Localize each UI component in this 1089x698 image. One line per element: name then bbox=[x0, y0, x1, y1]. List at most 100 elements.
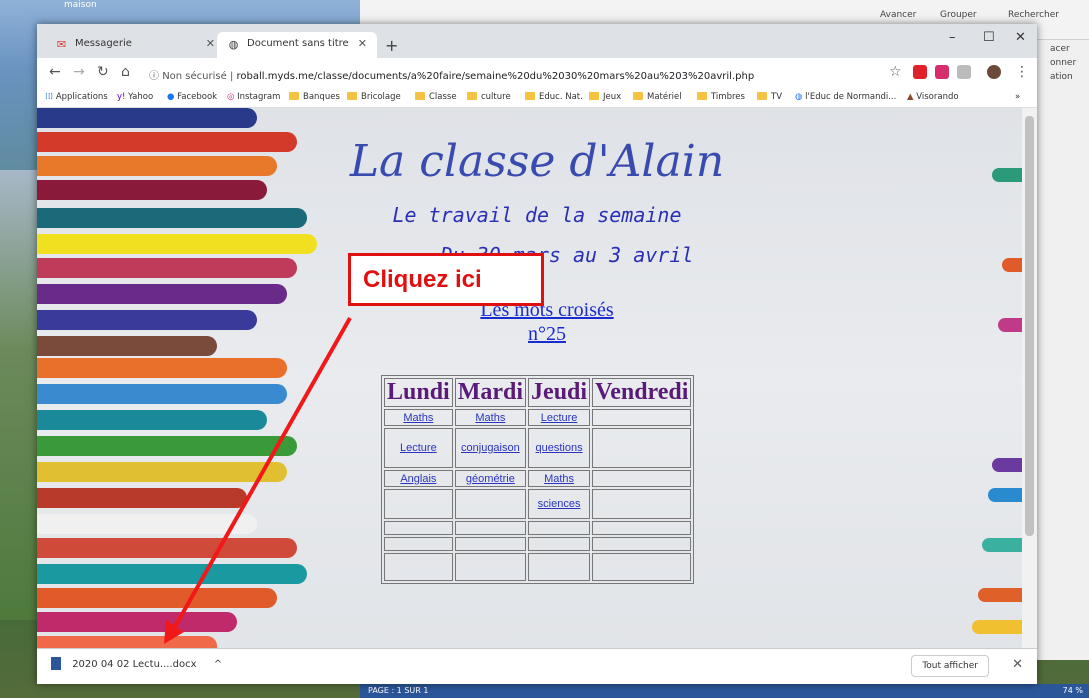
page-content: La classe d'Alain Le travail de la semai… bbox=[37, 108, 1022, 648]
star-icon[interactable]: ☆ bbox=[889, 64, 902, 80]
bookmark-visorando[interactable]: ▲ Visorando bbox=[907, 92, 959, 102]
bookmark-applications[interactable]: ⁞⁞⁞ Applications bbox=[45, 92, 108, 102]
bookmark-timbres[interactable]: Timbres bbox=[697, 92, 745, 102]
side-item: acer bbox=[1050, 44, 1070, 54]
extension-icon[interactable] bbox=[935, 65, 949, 79]
schedule-link[interactable]: conjugaison bbox=[454, 428, 527, 468]
header-mardi: Mardi bbox=[454, 378, 527, 407]
address-bar[interactable]: ⓘ Non sécurisé | roball.myds.me/classe/d… bbox=[149, 63, 929, 85]
cliquez-ici-callout: Cliquez ici bbox=[348, 253, 544, 306]
schedule-link[interactable]: Anglais bbox=[384, 470, 453, 487]
bookmark-educ-normandie[interactable]: ◍ l'Educ de Normandi... bbox=[795, 92, 896, 102]
page-scrollbar[interactable] bbox=[1022, 108, 1037, 648]
opera-extension-icon[interactable] bbox=[913, 65, 927, 79]
grouper-button[interactable]: Grouper bbox=[940, 10, 977, 20]
page-subtitle: Le travail de la semaine bbox=[392, 203, 682, 227]
url-text: roball.myds.me/classe/documents/a%20fair… bbox=[236, 71, 755, 82]
schedule-cell bbox=[454, 537, 527, 551]
download-item[interactable]: 2020 04 02 Lectu....docx ^ bbox=[51, 657, 222, 670]
bookmark-facebook[interactable]: ● Facebook bbox=[167, 92, 217, 102]
table-row: Lecture conjugaison questions bbox=[384, 428, 692, 468]
bookmarks-overflow[interactable]: » bbox=[1015, 92, 1020, 102]
tab-messagerie[interactable]: ✉ Messagerie ✕ bbox=[45, 32, 225, 58]
side-item: ation bbox=[1050, 72, 1073, 82]
globe-icon: ◍ bbox=[228, 38, 239, 51]
menu-icon[interactable]: ⋮ bbox=[1015, 64, 1029, 80]
tab-document[interactable]: ◍ Document sans titre ✕ bbox=[217, 32, 377, 58]
chevron-up-icon[interactable]: ^ bbox=[214, 659, 222, 670]
bookmark-classe[interactable]: Classe bbox=[415, 92, 457, 102]
browser-window: ✉ Messagerie ✕ ◍ Document sans titre ✕ +… bbox=[37, 24, 1037, 684]
table-row bbox=[384, 521, 692, 535]
bookmark-instagram[interactable]: ◎ Instagram bbox=[227, 92, 280, 102]
schedule-link[interactable]: Maths bbox=[528, 470, 591, 487]
download-shelf: 2020 04 02 Lectu....docx ^ Tout afficher… bbox=[37, 648, 1037, 684]
schedule-link[interactable]: Maths bbox=[454, 409, 527, 426]
info-icon[interactable]: ⓘ bbox=[149, 71, 159, 82]
schedule-link[interactable]: sciences bbox=[528, 489, 591, 519]
side-item: onner bbox=[1050, 58, 1077, 68]
desktop-label: maison bbox=[64, 0, 97, 10]
schedule-link[interactable]: Maths bbox=[384, 409, 453, 426]
maximize-button[interactable]: ☐ bbox=[983, 30, 995, 45]
schedule-cell bbox=[592, 489, 692, 519]
schedule-cell bbox=[454, 553, 527, 581]
schedule-cell bbox=[592, 428, 692, 468]
rechercher-button[interactable]: Rechercher bbox=[1008, 10, 1059, 20]
schedule-cell bbox=[592, 521, 692, 535]
bookmark-tv[interactable]: TV bbox=[757, 92, 782, 102]
table-row: Anglais géométrie Maths bbox=[384, 470, 692, 487]
page-count: PAGE : 1 SUR 1 bbox=[368, 686, 429, 695]
close-window-button[interactable]: ✕ bbox=[1015, 30, 1026, 45]
schedule-cell bbox=[592, 470, 692, 487]
schedule-cell bbox=[528, 537, 591, 551]
schedule-cell bbox=[384, 489, 453, 519]
browser-toolbar: ← → ↻ ⌂ ⓘ Non sécurisé | roball.myds.me/… bbox=[37, 58, 1037, 88]
table-row: sciences bbox=[384, 489, 692, 519]
bookmarks-bar: ⁞⁞⁞ Applications y! Yahoo ● Facebook ◎ I… bbox=[37, 88, 1037, 108]
avatar[interactable] bbox=[987, 65, 1001, 79]
show-all-button[interactable]: Tout afficher bbox=[911, 655, 989, 677]
bookmark-jeux[interactable]: Jeux bbox=[589, 92, 621, 102]
schedule-link[interactable]: géométrie bbox=[454, 470, 527, 487]
back-icon[interactable]: ← bbox=[49, 64, 61, 80]
schedule-link[interactable]: Lecture bbox=[528, 409, 591, 426]
schedule-link[interactable]: Lecture bbox=[384, 428, 453, 468]
security-label: Non sécurisé bbox=[162, 71, 227, 82]
word-document-icon bbox=[51, 657, 61, 670]
tab-label: Messagerie bbox=[75, 38, 132, 49]
bookmark-educ-nat[interactable]: Educ. Nat. bbox=[525, 92, 583, 102]
bookmark-banques[interactable]: Banques bbox=[289, 92, 340, 102]
schedule-cell bbox=[528, 553, 591, 581]
bookmark-materiel[interactable]: Matériel bbox=[633, 92, 682, 102]
scrollbar-thumb[interactable] bbox=[1025, 116, 1034, 536]
table-header-row: Lundi Mardi Jeudi Vendredi bbox=[384, 378, 692, 407]
pencils-decoration bbox=[37, 108, 337, 648]
close-icon[interactable]: ✕ bbox=[358, 37, 367, 50]
schedule-cell bbox=[592, 553, 692, 581]
extension-icon[interactable] bbox=[957, 65, 971, 79]
close-icon[interactable]: ✕ bbox=[206, 37, 215, 50]
header-lundi: Lundi bbox=[384, 378, 453, 407]
bookmark-yahoo[interactable]: y! Yahoo bbox=[117, 92, 153, 102]
home-icon[interactable]: ⌂ bbox=[121, 64, 130, 80]
new-tab-button[interactable]: + bbox=[385, 36, 398, 55]
reload-icon[interactable]: ↻ bbox=[97, 64, 109, 80]
schedule-cell bbox=[384, 553, 453, 581]
schedule-cell bbox=[528, 521, 591, 535]
schedule-cell bbox=[592, 537, 692, 551]
header-vendredi: Vendredi bbox=[592, 378, 692, 407]
bookmark-bricolage[interactable]: Bricolage bbox=[347, 92, 401, 102]
avancer-button[interactable]: Avancer bbox=[880, 10, 916, 20]
zoom-level: 74 % bbox=[1062, 686, 1083, 695]
download-filename: 2020 04 02 Lectu....docx bbox=[72, 659, 197, 670]
schedule-cell bbox=[384, 537, 453, 551]
close-shelf-button[interactable]: ✕ bbox=[1012, 657, 1023, 672]
schedule-link[interactable]: questions bbox=[528, 428, 591, 468]
table-row bbox=[384, 553, 692, 581]
bookmark-culture[interactable]: culture bbox=[467, 92, 511, 102]
minimize-button[interactable]: – bbox=[949, 30, 956, 45]
pencils-decoration-right bbox=[962, 108, 1022, 648]
forward-icon[interactable]: → bbox=[73, 64, 85, 80]
gmail-icon: ✉ bbox=[56, 38, 67, 51]
